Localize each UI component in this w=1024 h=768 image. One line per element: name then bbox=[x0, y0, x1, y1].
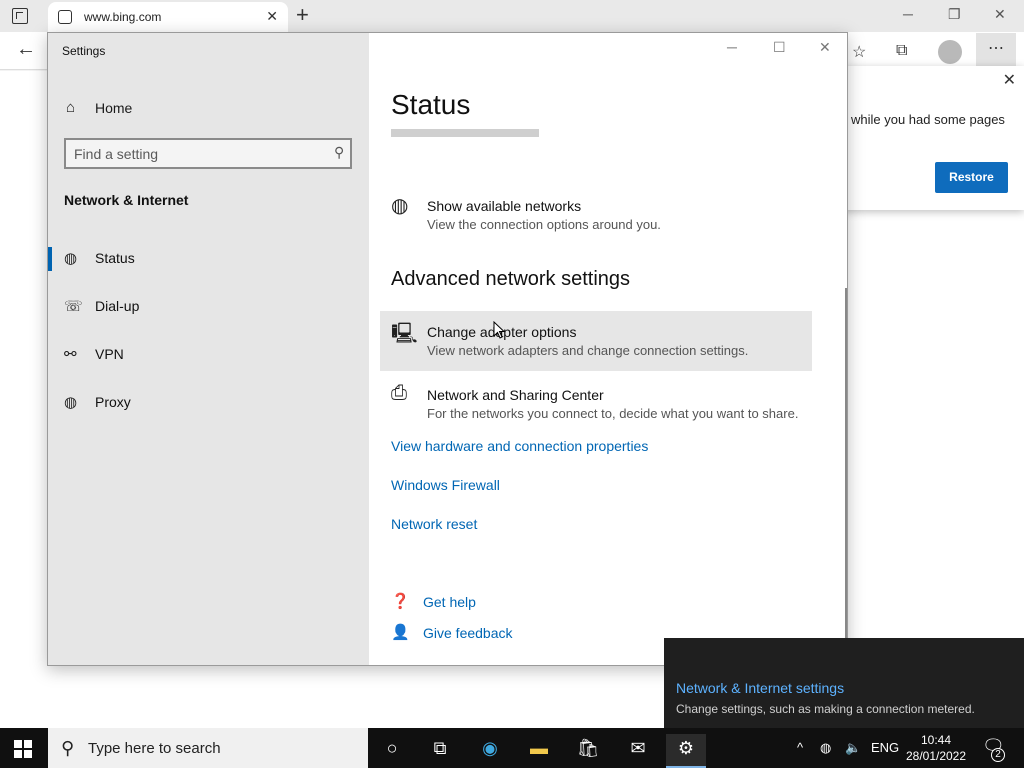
language-indicator[interactable]: ENG bbox=[871, 740, 899, 755]
network-globe-icon[interactable]: ◍ bbox=[820, 740, 831, 756]
settings-maximize-button[interactable]: ☐ bbox=[773, 39, 786, 56]
section-heading: Network & Internet bbox=[64, 192, 189, 208]
search-input[interactable] bbox=[74, 144, 324, 163]
row-title: Show available networks bbox=[427, 198, 582, 214]
search-icon: ⚲ bbox=[61, 738, 75, 758]
restore-pages-popup: ✕ while you had some pages Restore bbox=[840, 66, 1024, 210]
edge-icon[interactable]: ◉ bbox=[470, 734, 510, 768]
tab-actions-icon[interactable] bbox=[12, 8, 28, 24]
scrollbar[interactable] bbox=[845, 288, 847, 638]
browser-tabstrip: www.bing.com ✕ + ─ ❐ ✕ bbox=[0, 0, 1024, 32]
settings-gear-icon[interactable]: ⚙ bbox=[666, 734, 706, 768]
settings-sidebar: Settings ⌂ Home ⚲ Network & Internet ◍ S… bbox=[48, 33, 369, 665]
settings-window: Settings ⌂ Home ⚲ Network & Internet ◍ S… bbox=[47, 32, 848, 666]
windows-logo-icon bbox=[24, 750, 32, 758]
globe-icon: ◍ bbox=[391, 195, 409, 217]
network-adapter-icon: 🖳 bbox=[391, 323, 418, 345]
nav-item-label: Status bbox=[95, 250, 135, 266]
nav-item-label: VPN bbox=[95, 346, 124, 362]
home-icon: ⌂ bbox=[66, 99, 76, 116]
chevron-up-icon[interactable]: ^ bbox=[797, 740, 803, 755]
hardware-properties-link[interactable]: View hardware and connection properties bbox=[391, 438, 648, 454]
back-arrow-icon[interactable]: ← bbox=[16, 38, 36, 61]
restore-message: while you had some pages bbox=[851, 112, 1005, 127]
dialup-icon: ☏ bbox=[64, 298, 83, 315]
browser-close-button[interactable]: ✕ bbox=[994, 6, 1006, 23]
settings-app-title: Settings bbox=[62, 44, 106, 58]
nav-home[interactable]: ⌂ Home bbox=[64, 97, 264, 119]
row-description: View network adapters and change connect… bbox=[427, 343, 749, 358]
clock-date: 28/01/2022 bbox=[905, 749, 967, 763]
taskbar-search[interactable]: ⚲ Type here to search bbox=[48, 728, 368, 768]
new-tab-button[interactable]: + bbox=[296, 4, 309, 26]
settings-main: ─ ☐ ✕ Status ◍ Show available networks V… bbox=[369, 33, 847, 665]
nav-item-label: Proxy bbox=[95, 394, 131, 410]
windows-logo-icon bbox=[14, 750, 22, 758]
find-setting-search[interactable]: ⚲ bbox=[64, 138, 352, 169]
task-view-icon[interactable]: ⧉ bbox=[420, 734, 460, 768]
toast-title[interactable]: Network & Internet settings bbox=[676, 680, 844, 696]
nav-item-label: Dial-up bbox=[95, 298, 140, 314]
get-help-link[interactable]: Get help bbox=[423, 594, 476, 610]
settings-minimize-button[interactable]: ─ bbox=[727, 39, 737, 55]
get-help-row[interactable]: ❓ Get help bbox=[391, 592, 591, 614]
status-graphic bbox=[391, 129, 539, 137]
notification-count-badge: 2 bbox=[991, 748, 1005, 762]
sharing-center-icon: ⎙ bbox=[391, 382, 407, 404]
sharing-center-row[interactable]: ⎙ Network and Sharing Center For the net… bbox=[380, 374, 812, 434]
taskbar-search-placeholder: Type here to search bbox=[88, 740, 221, 757]
taskbar: ⚲ Type here to search ○ ⧉ ◉ ▬ 🛍 ✉ ⚙ ^ ◍ … bbox=[0, 728, 1024, 768]
browser-tab[interactable]: www.bing.com ✕ bbox=[48, 2, 288, 32]
browser-restore-button[interactable]: ❐ bbox=[948, 6, 961, 23]
give-feedback-link[interactable]: Give feedback bbox=[423, 625, 513, 641]
toast-notification[interactable]: Network & Internet settings Change setti… bbox=[664, 638, 1024, 728]
globe-icon: ◍ bbox=[64, 250, 78, 267]
give-feedback-row[interactable]: 👤 Give feedback bbox=[391, 623, 591, 645]
volume-muted-icon[interactable]: 🔈 bbox=[845, 740, 861, 756]
page-title: Status bbox=[391, 89, 471, 120]
vpn-icon: ⚯ bbox=[64, 346, 77, 363]
help-icon: ❓ bbox=[391, 593, 410, 610]
feedback-icon: 👤 bbox=[391, 624, 410, 641]
clock-time: 10:44 bbox=[920, 733, 952, 747]
home-label: Home bbox=[95, 100, 133, 116]
row-description: View the connection options around you. bbox=[427, 217, 661, 232]
settings-close-button[interactable]: ✕ bbox=[819, 39, 831, 56]
search-icon[interactable]: ⚲ bbox=[334, 144, 344, 161]
show-networks-row[interactable]: ◍ Show available networks View the conne… bbox=[380, 185, 812, 245]
nav-item-status[interactable]: ◍ Status bbox=[48, 241, 369, 277]
mouse-cursor-icon bbox=[493, 321, 505, 339]
close-icon[interactable]: ✕ bbox=[1003, 70, 1016, 90]
toast-body: Change settings, such as making a connec… bbox=[676, 702, 975, 716]
tab-title: www.bing.com bbox=[84, 10, 162, 24]
browser-minimize-button[interactable]: ─ bbox=[903, 6, 913, 22]
globe-icon: ◍ bbox=[64, 394, 78, 411]
nav-item-dialup[interactable]: ☏ Dial-up bbox=[48, 289, 369, 325]
profile-avatar[interactable] bbox=[938, 40, 962, 64]
windows-firewall-link[interactable]: Windows Firewall bbox=[391, 477, 500, 493]
network-reset-link[interactable]: Network reset bbox=[391, 516, 477, 532]
store-icon[interactable]: 🛍 bbox=[568, 734, 608, 768]
tab-close-icon[interactable]: ✕ bbox=[266, 8, 278, 25]
row-title: Network and Sharing Center bbox=[427, 387, 604, 403]
change-adapter-row[interactable]: 🖳 Change adapter options View network ad… bbox=[380, 311, 812, 371]
mail-icon[interactable]: ✉ bbox=[618, 734, 658, 768]
file-explorer-icon[interactable]: ▬ bbox=[519, 734, 559, 768]
bing-favicon-icon bbox=[58, 10, 72, 24]
more-options-button[interactable]: ⋯ bbox=[976, 33, 1016, 67]
collections-icon[interactable]: ⧉ bbox=[896, 42, 907, 60]
restore-button[interactable]: Restore bbox=[935, 162, 1008, 193]
windows-logo-icon bbox=[14, 740, 22, 748]
nav-item-vpn[interactable]: ⚯ VPN bbox=[48, 337, 369, 373]
advanced-settings-heading: Advanced network settings bbox=[391, 268, 631, 290]
clock[interactable]: 10:44 28/01/2022 bbox=[900, 732, 972, 764]
row-description: For the networks you connect to, decide … bbox=[427, 406, 799, 421]
nav-item-proxy[interactable]: ◍ Proxy bbox=[48, 385, 369, 421]
start-button[interactable] bbox=[14, 740, 32, 758]
windows-logo-icon bbox=[24, 740, 32, 748]
favorites-icon[interactable]: ☆ bbox=[852, 42, 866, 62]
cortana-icon[interactable]: ○ bbox=[372, 734, 412, 768]
